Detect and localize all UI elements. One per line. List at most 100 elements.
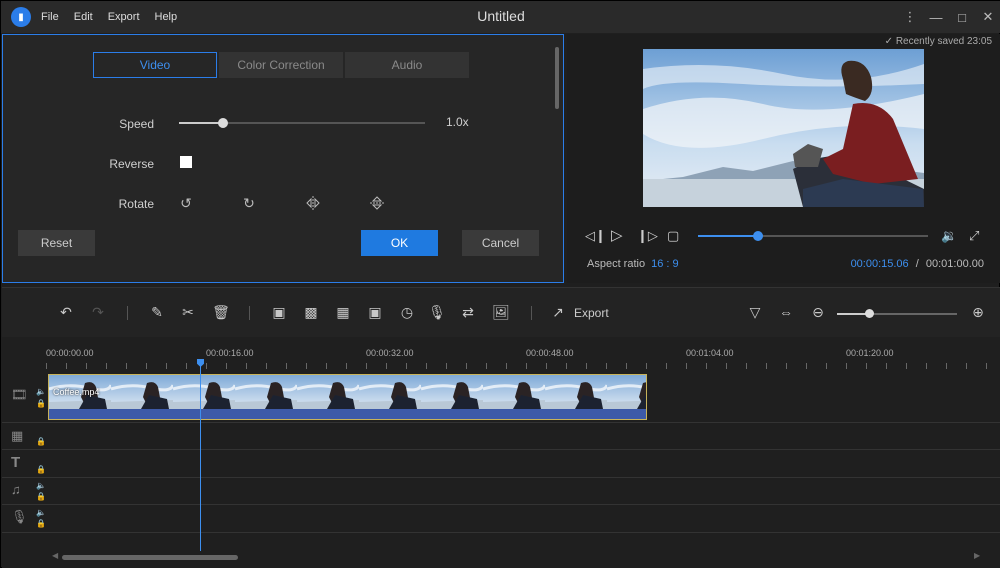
menu-edit[interactable]: Edit — [74, 11, 93, 23]
undo-icon[interactable]: ↶ — [57, 304, 75, 321]
text-to-speech-icon[interactable]: ⇄ — [459, 304, 477, 321]
zoom-slider[interactable] — [837, 309, 957, 318]
playback-controls: ◁❙ ▷ ❙▷ ▢ 🔉 ⤢ — [585, 226, 990, 246]
tab-color-correction[interactable]: Color Correction — [219, 52, 343, 78]
ok-button[interactable]: OK — [361, 230, 438, 256]
voice-track: 🎙 🔈 🔒 — [2, 505, 1000, 533]
time-ruler[interactable]: 00:00:00.00 00:00:16.00 00:00:32.00 00:0… — [46, 337, 1000, 369]
edit-pen-icon[interactable]: ✎ — [148, 304, 166, 321]
tab-audio[interactable]: Audio — [345, 52, 469, 78]
menu-bar: File Edit Export Help — [41, 1, 192, 33]
playhead[interactable] — [200, 361, 201, 551]
scroll-right-icon[interactable]: ▶ — [974, 551, 980, 560]
app-logo-icon: ▮ — [11, 7, 31, 27]
split-scissors-icon[interactable]: ✂ — [179, 304, 197, 321]
export-button[interactable]: Export — [574, 306, 609, 320]
scroll-left-icon[interactable]: ◀ — [52, 551, 58, 560]
ruler-label: 00:01:04.00 — [686, 348, 734, 358]
music-track: ♫ 🔈 🔒 — [2, 478, 1000, 505]
ruler-label: 00:01:20.00 — [846, 348, 894, 358]
menu-help[interactable]: Help — [155, 11, 178, 23]
rotate-left-icon[interactable]: ↺ — [178, 195, 194, 211]
lock-icon[interactable]: 🔒 — [36, 399, 46, 408]
zoom-in-icon[interactable]: ⊕ — [969, 304, 987, 321]
speaker-icon[interactable]: 🔈 — [36, 508, 46, 517]
title-bar: ▮ File Edit Export Help Untitled ⋮ — □ ✕ — [1, 1, 1000, 33]
more-vertical-icon[interactable]: ⋮ — [897, 9, 923, 25]
video-clip[interactable]: Coffee.mp4 — [48, 374, 647, 420]
text-track: T 🔒 — [2, 450, 1000, 478]
pip-track: ▦ 🔒 — [2, 423, 1000, 450]
clip-name: Coffee.mp4 — [53, 387, 100, 397]
edit-tabs: Video Color Correction Audio — [93, 52, 471, 78]
lock-icon[interactable]: 🔒 — [36, 465, 46, 474]
close-icon[interactable]: ✕ — [975, 9, 1000, 25]
zoom-slider-handle[interactable] — [864, 309, 874, 318]
current-time: 00:00:15.06 — [850, 258, 909, 270]
minimize-icon[interactable]: — — [923, 10, 949, 25]
panel-scrollbar[interactable] — [555, 47, 559, 109]
edit-panel: Video Color Correction Audio Speed 1.0x … — [2, 34, 564, 283]
toolbar-divider — [531, 306, 532, 320]
menu-export[interactable]: Export — [108, 11, 140, 23]
freeze-frame-icon[interactable]: ▣ — [366, 304, 384, 321]
music-note-icon: ♫ — [11, 482, 21, 497]
rotate-right-icon[interactable]: ↻ — [241, 195, 257, 211]
speed-slider-handle[interactable] — [218, 118, 228, 128]
reset-button[interactable]: Reset — [18, 230, 95, 256]
overlay-icon: ▦ — [11, 428, 24, 443]
marker-icon[interactable]: ▽ — [746, 304, 764, 321]
zoom-region-icon[interactable]: ▩ — [302, 304, 320, 321]
reverse-checkbox[interactable] — [180, 156, 192, 168]
lock-icon[interactable]: 🔒 — [36, 519, 46, 528]
mosaic-icon[interactable]: ▦ — [334, 304, 352, 321]
check-circle-icon: ✓ — [884, 36, 894, 47]
track-header: T 🔒 — [2, 450, 46, 477]
stop-icon[interactable]: ▢ — [667, 228, 679, 244]
preview-panel: ✓ Recently saved 23:05 ◁❙ ▷ ❙▷ ▢ 🔉 ⤢ Asp… — [567, 34, 1000, 283]
aspect-ratio-value[interactable]: 16 : 9 — [651, 258, 679, 270]
delete-trash-icon[interactable]: 🗑 — [212, 304, 230, 321]
duration-clock-icon[interactable]: ◷ — [398, 304, 416, 321]
time-separator: / — [915, 258, 919, 270]
aspect-ratio: Aspect ratio 16 : 9 — [587, 258, 679, 270]
timeline-scrollbar[interactable] — [62, 555, 238, 560]
crop-icon[interactable]: ▣ — [270, 304, 288, 321]
track-header: 🎙 🔈 🔒 — [2, 505, 46, 532]
track-header: ♫ 🔈 🔒 — [2, 478, 46, 504]
app-window: ▮ File Edit Export Help Untitled ⋮ — □ ✕… — [0, 0, 1000, 568]
playback-progress[interactable] — [698, 231, 928, 241]
flip-vertical-icon[interactable] — [369, 195, 385, 211]
lock-icon[interactable]: 🔒 — [36, 492, 46, 501]
microphone-icon: 🎙 — [11, 509, 28, 524]
ruler-label: 00:00:00.00 — [46, 348, 94, 358]
play-icon[interactable]: ▷ — [611, 226, 623, 244]
speaker-icon[interactable]: 🔈 — [36, 481, 46, 490]
ruler-label: 00:00:48.00 — [526, 348, 574, 358]
ruler-label: 00:00:16.00 — [206, 348, 254, 358]
zoom-out-icon[interactable]: ⊖ — [809, 304, 827, 321]
flip-horizontal-icon[interactable] — [305, 195, 321, 211]
maximize-icon[interactable]: □ — [949, 10, 975, 25]
playback-progress-fill — [698, 235, 758, 237]
speed-slider[interactable] — [179, 118, 425, 128]
volume-icon[interactable]: 🔉 — [941, 228, 957, 244]
cancel-button[interactable]: Cancel — [462, 230, 539, 256]
time-display: 00:00:15.06 / 00:01:00.00 — [851, 258, 984, 270]
export-icon[interactable]: ↗ — [549, 304, 567, 321]
playback-handle[interactable] — [753, 231, 763, 241]
total-time: 00:01:00.00 — [925, 258, 984, 270]
speed-value: 1.0x — [446, 115, 469, 129]
menu-file[interactable]: File — [41, 11, 59, 23]
record-voice-icon[interactable]: 🎙 — [428, 304, 446, 321]
speaker-icon[interactable]: 🔈 — [36, 387, 46, 396]
fullscreen-icon[interactable]: ⤢ — [969, 228, 979, 244]
image-replace-icon[interactable]: 🖼 — [492, 304, 510, 321]
redo-icon[interactable]: ↷ — [89, 304, 107, 321]
tab-video[interactable]: Video — [93, 52, 217, 78]
next-frame-icon[interactable]: ❙▷ — [637, 228, 658, 244]
lock-icon[interactable]: 🔒 — [36, 437, 46, 446]
fit-timeline-icon[interactable]: ⇔ — [777, 304, 795, 320]
prev-frame-icon[interactable]: ◁❙ — [585, 228, 606, 244]
video-preview[interactable] — [643, 49, 924, 207]
